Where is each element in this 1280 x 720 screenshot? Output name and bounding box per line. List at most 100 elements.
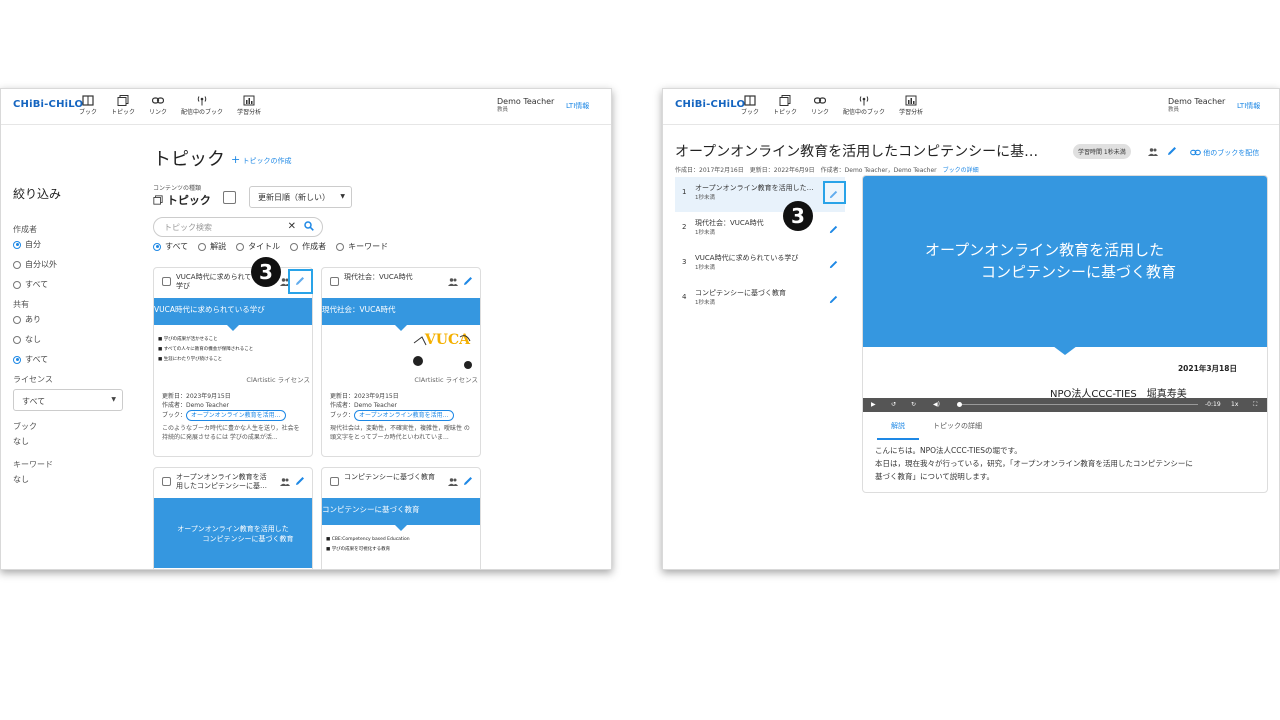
topic-checkbox[interactable] — [162, 277, 171, 286]
topic-list-item[interactable]: 3 VUCA時代に求められている学び 1秒未満 — [675, 247, 845, 282]
book-chip[interactable]: オープンオンライン教育を活用… — [186, 410, 286, 421]
video-seek-bar[interactable] — [960, 404, 1198, 405]
topic-card-title: 現代社会：VUCA時代 — [344, 273, 413, 281]
book-icon — [744, 95, 756, 106]
nav-delivered-books[interactable]: 配信中のブック — [181, 95, 223, 116]
radio-label: 自分以外 — [25, 260, 57, 269]
book-meta: 作成日：2017年2月16日 更新日：2022年6月9日 作成者：Demo Te… — [675, 165, 979, 174]
slide-preview: ■ 学びの成果が活かせること ■ すべての人々に教育の機会が保障されること ■ … — [154, 325, 312, 387]
nav-analytics-label: 学習分析 — [899, 109, 924, 116]
license-select[interactable]: すべて ▼ — [13, 389, 123, 411]
user-info[interactable]: Demo Teacher 教員 — [497, 97, 554, 115]
nav-analytics[interactable]: 学習分析 — [237, 95, 261, 116]
caret-down-icon: ▼ — [340, 193, 345, 200]
nav-topic-label: トピック — [111, 109, 136, 116]
play-icon[interactable]: ▶ — [871, 401, 876, 408]
app-logo[interactable]: CHiBi-CHiLO — [13, 99, 83, 110]
lti-info-link[interactable]: LTI情報 — [1237, 101, 1260, 111]
scope-radio-keyword[interactable]: キーワード — [336, 241, 388, 252]
share-radio-yes[interactable]: あり — [13, 314, 128, 325]
book-title: オープンオンライン教育を活用したコンピテンシーに基… — [675, 144, 1039, 160]
topic-card-header: 現代社会：VUCA時代 — [322, 268, 480, 298]
author: 作成者：Demo Teacher — [162, 402, 230, 409]
scope-radio-author[interactable]: 作成者 — [290, 241, 326, 252]
book-label: ブック： — [162, 412, 187, 419]
radio-icon — [13, 260, 21, 269]
search-icon[interactable] — [304, 221, 314, 231]
nav-link-label: リンク — [149, 109, 168, 116]
topic-card[interactable]: オープンオンライン教育を活用したコンピテンシーに基… オープンオンライン教育を活… — [153, 467, 313, 569]
app-logo[interactable]: CHiBi-CHiLO — [675, 99, 745, 110]
edit-pencil-icon[interactable] — [828, 224, 839, 235]
nav-delivered-books[interactable]: 配信中のブック — [843, 95, 885, 116]
topic-checkbox[interactable] — [330, 477, 339, 486]
scope-radio-title[interactable]: タイトル — [236, 241, 280, 252]
topic-card[interactable]: 現代社会：VUCA時代 現代社会：VUCA時代 VUCA ClArtistic … — [321, 267, 481, 457]
vuca-illustration — [413, 335, 472, 369]
seek-handle[interactable] — [957, 402, 962, 407]
topic-list-item[interactable]: 2 現代社会：VUCA時代 1秒未満 — [675, 212, 845, 247]
nav-link[interactable]: リンク — [149, 95, 167, 116]
fullscreen-icon[interactable]: ⛶ — [1253, 401, 1257, 409]
nav-book[interactable]: ブック — [79, 95, 97, 116]
tab-topic-details[interactable]: トピックの詳細 — [919, 416, 996, 440]
filter-sidebar: 絞り込み 作成者 自分 自分以外 すべて 共有 あり なし すべて ライセンス … — [13, 185, 128, 497]
video-slide[interactable]: オープンオンライン教育を活用した コンピテンシーに基づく教育 — [863, 176, 1267, 355]
forward-icon[interactable]: ↻ — [911, 401, 916, 408]
nav-analytics[interactable]: 学習分析 — [899, 95, 923, 116]
topic-card[interactable]: コンピテンシーに基づく教育 コンピテンシーに基づく教育 ■ CBE:Compet… — [321, 467, 481, 569]
create-topic-label: トピックの作成 — [242, 157, 292, 165]
content-type-selector[interactable]: トピック — [153, 192, 211, 208]
nav-topic[interactable]: トピック — [111, 95, 135, 116]
scope-radio-description[interactable]: 解説 — [198, 241, 226, 252]
create-topic-link[interactable]: + トピックの作成 — [231, 153, 291, 166]
author-radio-others[interactable]: 自分以外 — [13, 259, 128, 270]
book-details-link[interactable]: ブックの詳細 — [943, 167, 979, 174]
edit-pencil-icon[interactable] — [294, 475, 306, 487]
rewind-icon[interactable]: ↺ — [891, 401, 896, 408]
select-all-checkbox[interactable] — [223, 191, 236, 204]
topic-list-item[interactable]: 1 オープンオンライン教育を活用した… 1秒未満 — [675, 177, 845, 212]
clear-icon[interactable]: ✕ — [288, 221, 296, 232]
slide-preview: ■ CBE:Competency based Education ■ 学びの成果… — [322, 525, 480, 565]
radio-icon — [198, 242, 207, 251]
nav-topic[interactable]: トピック — [773, 95, 797, 116]
deliver-other-book-link[interactable]: 他のブックを配信 — [1190, 148, 1259, 158]
slide-banner-text: コンピテンシーに基づく教育 — [322, 505, 420, 514]
edit-pencil-icon[interactable] — [462, 475, 474, 487]
sort-select[interactable]: 更新日順（新しい） ▼ — [249, 186, 352, 208]
radio-label: 自分 — [25, 240, 41, 249]
license-text: ClArtistic ライセンス — [246, 376, 310, 384]
top-navigation-bar: CHiBi-CHiLO ブック トピック リンク 配信中のブック 学習分析 De… — [1, 89, 611, 125]
nav-link-label: リンク — [811, 109, 830, 116]
slide-bullet: ■ 学びの成果が活かせること — [158, 337, 218, 342]
nav-book[interactable]: ブック — [741, 95, 759, 116]
main-nav: ブック トピック リンク 配信中のブック 学習分析 — [79, 95, 261, 116]
topic-search-input[interactable]: トピック検索 ✕ — [153, 217, 323, 237]
book-chip[interactable]: オープンオンライン教育を活用… — [354, 410, 454, 421]
book-icon — [82, 95, 94, 106]
lti-info-link[interactable]: LTI情報 — [566, 101, 589, 111]
edit-pencil-icon[interactable] — [462, 275, 474, 287]
edit-book-pencil-icon[interactable] — [1166, 145, 1178, 157]
topic-card[interactable]: VUCA時代に求められている学び VUCA時代に求められている学び ■ 学びの成… — [153, 267, 313, 457]
nav-link[interactable]: リンク — [811, 95, 829, 116]
share-radio-no[interactable]: なし — [13, 334, 128, 345]
volume-icon[interactable]: ◀) — [933, 401, 940, 408]
author-radio-all[interactable]: すべて — [13, 279, 128, 290]
user-info[interactable]: Demo Teacher 教員 — [1168, 97, 1225, 115]
topic-meta: 更新日：2023年9月15日 作成者：Demo Teacher ブック： オープン… — [322, 387, 480, 421]
topic-icon — [153, 195, 163, 205]
tab-description[interactable]: 解説 — [877, 416, 919, 440]
topic-checkbox[interactable] — [330, 277, 339, 286]
edit-pencil-icon[interactable] — [828, 259, 839, 270]
topic-checkbox[interactable] — [162, 477, 171, 486]
topic-time: 1秒未満 — [695, 265, 715, 271]
author-radio-mine[interactable]: 自分 — [13, 239, 128, 250]
edit-pencil-icon[interactable] — [828, 294, 839, 305]
topic-list-item[interactable]: 4 コンピテンシーに基づく教育 1秒未満 — [675, 282, 845, 317]
slide-bullet: ■ すべての人々に教育の機会が保障されること — [158, 347, 254, 352]
scope-radio-all[interactable]: すべて — [153, 241, 188, 252]
playback-speed[interactable]: 1x — [1231, 401, 1238, 408]
share-radio-all[interactable]: すべて — [13, 354, 128, 365]
